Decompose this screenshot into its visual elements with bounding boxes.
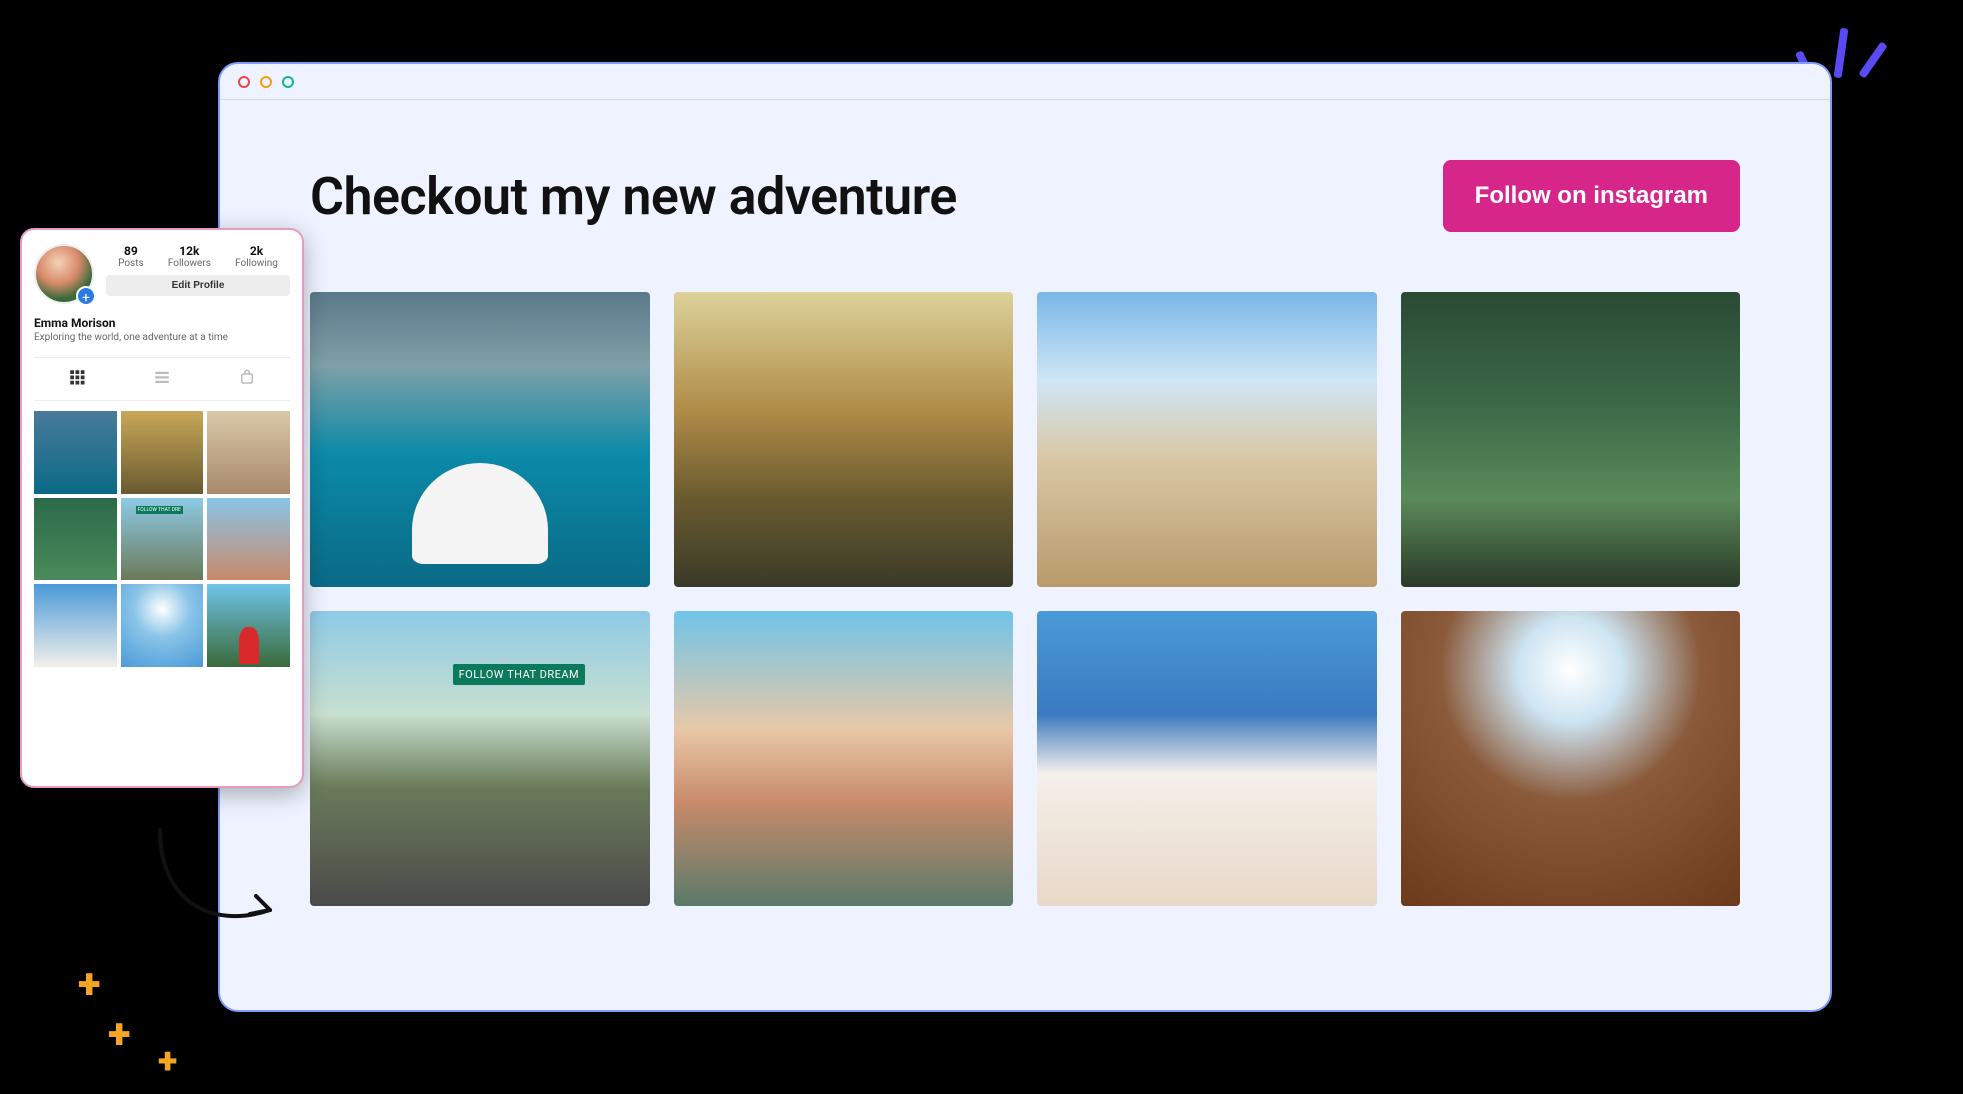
add-story-icon[interactable]: + (76, 286, 96, 306)
stat-followers[interactable]: 12k Followers (168, 244, 211, 269)
stat-following-label: Following (235, 258, 278, 269)
gallery-photo[interactable] (674, 292, 1014, 587)
gallery-photo[interactable] (310, 292, 650, 587)
plus-accent-icon: + (108, 1010, 130, 1059)
profile-post-grid (34, 411, 290, 667)
mini-post[interactable] (34, 498, 117, 581)
gallery-photo[interactable] (310, 611, 650, 906)
edit-profile-button[interactable]: Edit Profile (106, 275, 290, 296)
stat-posts-label: Posts (118, 258, 144, 269)
instagram-profile-card: + 89 Posts 12k Followers 2k Following Ed… (20, 228, 304, 788)
gallery-photo[interactable] (674, 611, 1014, 906)
follow-instagram-button[interactable]: Follow on instagram (1443, 160, 1740, 232)
tab-tagged[interactable] (205, 358, 290, 400)
plus-accent-icon: + (78, 960, 100, 1009)
avatar-wrap[interactable]: + (34, 244, 94, 304)
profile-stats: 89 Posts 12k Followers 2k Following Edit… (106, 244, 290, 296)
mini-post[interactable] (121, 584, 204, 667)
arrow-icon (150, 820, 290, 940)
mini-post[interactable] (207, 411, 290, 494)
stat-followers-value: 12k (168, 244, 211, 258)
gallery-photo[interactable] (1037, 292, 1377, 587)
gallery-photo[interactable] (1037, 611, 1377, 906)
stat-following[interactable]: 2k Following (235, 244, 278, 269)
stat-posts[interactable]: 89 Posts (118, 244, 144, 269)
browser-window: Checkout my new adventure Follow on inst… (218, 62, 1832, 1012)
photo-gallery (310, 292, 1740, 906)
list-icon (153, 368, 171, 386)
profile-name: Emma Morison (34, 316, 290, 330)
page-title: Checkout my new adventure (310, 166, 957, 227)
mini-post[interactable] (34, 411, 117, 494)
stat-following-value: 2k (235, 244, 278, 258)
page-header: Checkout my new adventure Follow on inst… (310, 160, 1740, 232)
gallery-photo[interactable] (1401, 292, 1741, 587)
profile-header: + 89 Posts 12k Followers 2k Following Ed… (34, 244, 290, 304)
stat-followers-label: Followers (168, 258, 211, 269)
profile-tabs (34, 357, 290, 401)
tagged-icon (238, 368, 256, 386)
mini-post[interactable] (207, 584, 290, 667)
mini-post[interactable] (121, 498, 204, 581)
grid-icon (68, 368, 86, 386)
mini-post[interactable] (207, 498, 290, 581)
tab-grid[interactable] (34, 358, 119, 400)
plus-accent-icon: + (158, 1040, 177, 1082)
window-minimize-icon[interactable] (260, 76, 272, 88)
window-close-icon[interactable] (238, 76, 250, 88)
window-maximize-icon[interactable] (282, 76, 294, 88)
page-content: Checkout my new adventure Follow on inst… (220, 100, 1830, 906)
tab-list[interactable] (119, 358, 204, 400)
stat-posts-value: 89 (118, 244, 144, 258)
browser-titlebar (220, 64, 1830, 100)
mini-post[interactable] (34, 584, 117, 667)
profile-bio: Exploring the world, one adventure at a … (34, 332, 290, 343)
gallery-photo[interactable] (1401, 611, 1741, 906)
mini-post[interactable] (121, 411, 204, 494)
